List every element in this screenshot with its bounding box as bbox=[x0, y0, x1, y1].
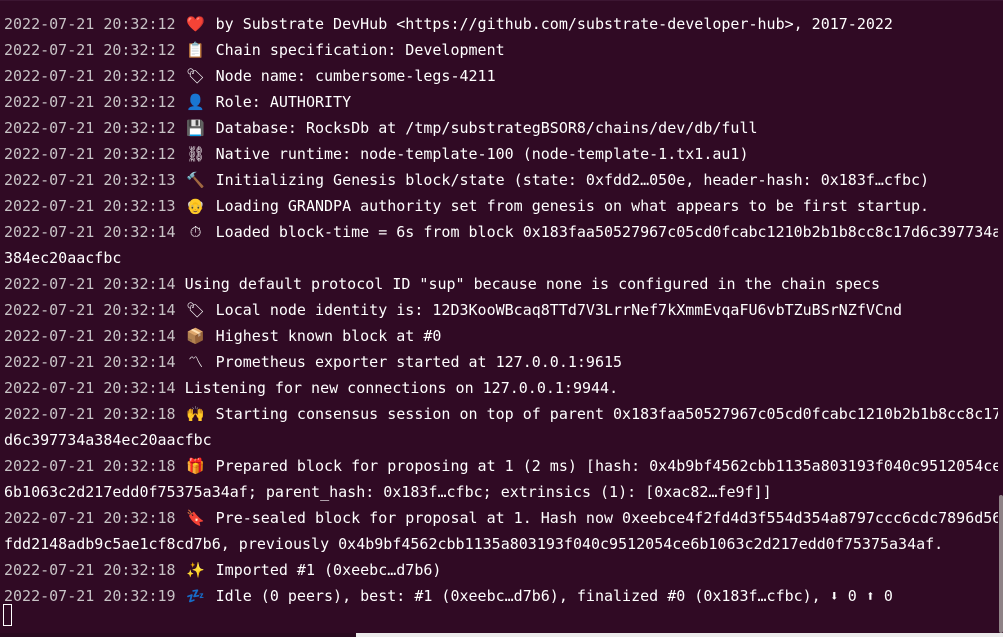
log-line: 2022-07-21 20:32:18 🙌 Starting consensus… bbox=[4, 401, 998, 427]
log-message: Initializing Genesis block/state (state:… bbox=[215, 171, 930, 189]
log-line: 2022-07-21 20:32:14 Using default protoc… bbox=[4, 271, 998, 297]
raised-hands-icon: 🙌 bbox=[186, 405, 205, 423]
log-message: Native runtime: node-template-100 (node-… bbox=[215, 145, 749, 163]
log-message: Listening for new connections on 127.0.0… bbox=[184, 379, 619, 397]
sleeping-icon: 💤 bbox=[186, 587, 205, 605]
log-message: Pre-sealed block for proposal at 1. Hash… bbox=[215, 509, 998, 527]
log-message: Loading GRANDPA authority set from genes… bbox=[215, 197, 930, 215]
log-line-continuation: fdd2148adb9c5ae1cf8cd7b6, previously 0x4… bbox=[4, 531, 998, 557]
log-line: 2022-07-21 20:32:18 🔖 Pre-sealed block f… bbox=[4, 505, 998, 531]
log-message: Imported #1 (0xeebc…d7b6) bbox=[215, 561, 442, 579]
log-line: 2022-07-21 20:32:14 〽 Prometheus exporte… bbox=[4, 349, 998, 375]
log-timestamp: 2022-07-21 20:32:14 bbox=[4, 223, 176, 241]
log-timestamp: 2022-07-21 20:32:14 bbox=[4, 275, 176, 293]
log-timestamp: 2022-07-21 20:32:13 bbox=[4, 171, 176, 189]
log-message-continuation: 6b1063c2d217edd0f75375a34af; parent_hash… bbox=[4, 483, 772, 501]
log-message: by Substrate DevHub <https://github.com/… bbox=[215, 15, 893, 33]
label-icon: 🏷 bbox=[186, 301, 206, 319]
log-timestamp: 2022-07-21 20:32:12 bbox=[4, 15, 176, 33]
log-line: 2022-07-21 20:32:12 📋 Chain specificatio… bbox=[4, 37, 998, 63]
log-message: Idle (0 peers), best: #1 (0xeebc…d7b6), … bbox=[215, 587, 893, 605]
log-line-continuation: 6b1063c2d217edd0f75375a34af; parent_hash… bbox=[4, 479, 998, 505]
terminal-window[interactable]: 2022-07-21 20:32:12 ❤️ by Substrate DevH… bbox=[0, 0, 1003, 637]
log-line: 2022-07-21 20:32:12 ❤️ by Substrate DevH… bbox=[4, 11, 998, 37]
log-message-continuation: d6c397734a384ec20aacfbc bbox=[4, 431, 212, 449]
log-line: 2022-07-21 20:32:18 ✨ Imported #1 (0xeeb… bbox=[4, 557, 998, 583]
sparkles-icon: ✨ bbox=[186, 561, 205, 579]
log-message: Chain specification: Development bbox=[215, 41, 505, 59]
log-line: 2022-07-21 20:32:14 Listening for new co… bbox=[4, 375, 998, 401]
log-line: 2022-07-21 20:32:14 📦 Highest known bloc… bbox=[4, 323, 998, 349]
log-message: Starting consensus session on top of par… bbox=[215, 405, 998, 423]
stopwatch-icon: ⏱ bbox=[189, 223, 202, 241]
label-icon: 🏷 bbox=[186, 67, 206, 85]
log-timestamp: 2022-07-21 20:32:14 bbox=[4, 353, 176, 371]
log-timestamp: 2022-07-21 20:32:12 bbox=[4, 119, 176, 137]
log-message-continuation: 384ec20aacfbc bbox=[4, 249, 122, 267]
person-icon: 👤 bbox=[186, 93, 205, 111]
chart-trend-icon: 〽 bbox=[188, 353, 204, 371]
log-timestamp: 2022-07-21 20:32:18 bbox=[4, 561, 176, 579]
hammer-icon: 🔨 bbox=[186, 171, 205, 189]
window-bottom-edge-dark bbox=[0, 633, 356, 637]
package-icon: 📦 bbox=[186, 327, 205, 345]
log-timestamp: 2022-07-21 20:32:18 bbox=[4, 457, 176, 475]
log-timestamp: 2022-07-21 20:32:14 bbox=[4, 301, 176, 319]
log-line: 2022-07-21 20:32:12 👤 Role: AUTHORITY bbox=[4, 89, 998, 115]
log-message: Loaded block-time = 6s from block 0x183f… bbox=[215, 223, 998, 241]
floppy-disk-icon: 💾 bbox=[186, 119, 205, 137]
bookmark-icon: 🔖 bbox=[186, 509, 205, 527]
log-line: 2022-07-21 20:32:12 🏷 Node name: cumbers… bbox=[4, 63, 998, 89]
log-line-continuation: 384ec20aacfbc bbox=[4, 245, 998, 271]
log-message: Prometheus exporter started at 127.0.0.1… bbox=[215, 353, 623, 371]
log-message: Using default protocol ID "sup" because … bbox=[184, 275, 880, 293]
chain-icon: ⛓ bbox=[186, 145, 206, 163]
log-timestamp: 2022-07-21 20:32:14 bbox=[4, 327, 176, 345]
log-timestamp: 2022-07-21 20:32:12 bbox=[4, 67, 176, 85]
scrollbar[interactable] bbox=[999, 495, 1003, 633]
log-timestamp: 2022-07-21 20:32:14 bbox=[4, 379, 176, 397]
heart-icon: ❤️ bbox=[186, 15, 205, 33]
log-message: Local node identity is: 12D3KooWBcaq8TTd… bbox=[215, 301, 902, 319]
log-timestamp: 2022-07-21 20:32:12 bbox=[4, 93, 176, 111]
log-line: 2022-07-21 20:32:12 💾 Database: RocksDb … bbox=[4, 115, 998, 141]
log-timestamp: 2022-07-21 20:32:12 bbox=[4, 145, 176, 163]
log-timestamp: 2022-07-21 20:32:12 bbox=[4, 41, 176, 59]
elderly-person-icon: 👴 bbox=[186, 197, 205, 215]
log-line: 2022-07-21 20:32:13 🔨 Initializing Genes… bbox=[4, 167, 998, 193]
gift-icon: 🎁 bbox=[186, 457, 205, 475]
log-line: 2022-07-21 20:32:13 👴 Loading GRANDPA au… bbox=[4, 193, 998, 219]
log-line: 2022-07-21 20:32:12 ⛓ Native runtime: no… bbox=[4, 141, 998, 167]
log-line: 2022-07-21 20:32:19 💤 Idle (0 peers), be… bbox=[4, 583, 998, 609]
window-bottom-edge bbox=[0, 633, 1003, 637]
log-timestamp: 2022-07-21 20:32:19 bbox=[4, 587, 176, 605]
log-message: Node name: cumbersome-legs-4211 bbox=[215, 67, 496, 85]
log-message-continuation: fdd2148adb9c5ae1cf8cd7b6, previously 0x4… bbox=[4, 535, 944, 553]
log-line-continuation: d6c397734a384ec20aacfbc bbox=[4, 427, 998, 453]
log-message: Role: AUTHORITY bbox=[215, 93, 352, 111]
log-line: 2022-07-21 20:32:14 🏷 Local node identit… bbox=[4, 297, 998, 323]
log-message: Highest known block at #0 bbox=[215, 327, 442, 345]
log-timestamp: 2022-07-21 20:32:18 bbox=[4, 405, 176, 423]
log-message: Database: RocksDb at /tmp/substrategBSOR… bbox=[215, 119, 758, 137]
log-timestamp: 2022-07-21 20:32:13 bbox=[4, 197, 176, 215]
log-line: 2022-07-21 20:32:18 🎁 Prepared block for… bbox=[4, 453, 998, 479]
clipboard-icon: 📋 bbox=[186, 41, 205, 59]
log-line: 2022-07-21 20:32:14 ⏱ Loaded block-time … bbox=[4, 219, 998, 245]
terminal-output: 2022-07-21 20:32:12 ❤️ by Substrate DevH… bbox=[4, 11, 998, 609]
terminal-cursor bbox=[3, 604, 12, 626]
log-message: Prepared block for proposing at 1 (2 ms)… bbox=[215, 457, 998, 475]
log-timestamp: 2022-07-21 20:32:18 bbox=[4, 509, 176, 527]
